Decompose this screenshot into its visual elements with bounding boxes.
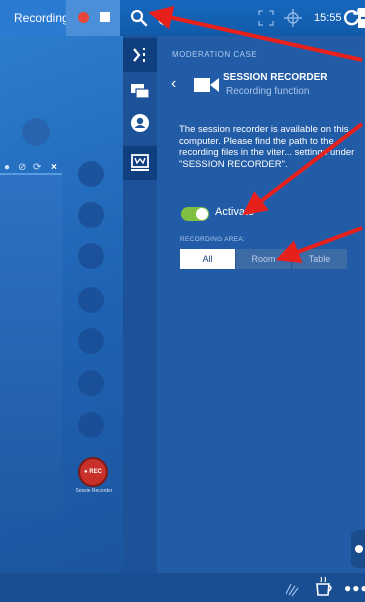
toggle-knob (196, 208, 208, 220)
recording-area-table[interactable]: Table (292, 249, 347, 269)
back-chevron-icon[interactable]: ‹ (171, 75, 176, 93)
session-recorder-app-label: Sessie Recorder (75, 488, 113, 494)
more-icon[interactable]: ●●● (344, 581, 365, 595)
window-close-icon[interactable]: × (51, 162, 57, 173)
description-text: The session recorder is available on thi… (179, 124, 355, 170)
session-recorder-app-icon[interactable]: ● REC (78, 457, 108, 487)
chat-icon (131, 84, 150, 99)
fullscreen-icon[interactable] (258, 10, 274, 26)
section-title: MODERATION CASE (172, 50, 258, 59)
top-bar: Recording 15:55 (0, 0, 365, 36)
status-dot-icon (158, 12, 171, 25)
collapse-panel-icon (133, 48, 145, 62)
record-dot-icon[interactable] (78, 12, 89, 23)
coffee-cup-icon[interactable] (313, 576, 335, 598)
recording-area-selector: All Room Table (180, 249, 347, 269)
seat[interactable] (78, 287, 104, 313)
recording-area-all[interactable]: All (180, 249, 236, 269)
seat[interactable] (78, 202, 104, 228)
seat[interactable] (78, 328, 104, 354)
user-button[interactable] (123, 106, 157, 140)
window-lock-icon[interactable]: ⊘ (18, 162, 26, 173)
window-dot-icon: ● (4, 162, 11, 173)
seat[interactable] (78, 243, 104, 269)
window-cycle-icon[interactable]: ⟳ (33, 162, 41, 173)
camera-icon (194, 78, 219, 92)
exit-icon[interactable] (358, 8, 365, 28)
stop-icon[interactable] (100, 12, 110, 22)
recording-label: Recording (0, 0, 69, 36)
activate-toggle[interactable] (181, 207, 209, 221)
recording-area-room[interactable]: Room (236, 249, 292, 269)
panel-title: SESSION RECORDER (223, 72, 328, 83)
clock: 15:55 (314, 12, 342, 24)
workspace-window (0, 173, 62, 513)
moderation-panel: MODERATION CASE ‹ SESSION RECORDER Recor… (157, 36, 365, 573)
edge-tab[interactable] (351, 530, 365, 568)
crosshair-icon[interactable] (284, 9, 302, 27)
seat[interactable] (78, 161, 104, 187)
seat[interactable] (78, 370, 104, 396)
moderation-button[interactable] (123, 146, 157, 180)
workspace-seat[interactable] (22, 118, 50, 146)
raise-hand-icon[interactable] (283, 578, 301, 598)
recording-area-label: RECORDING AREA: (180, 236, 246, 243)
side-toolbar (123, 36, 157, 573)
moderator-icon (131, 154, 149, 171)
activate-label: Activate (215, 206, 255, 218)
seat[interactable] (78, 412, 104, 438)
search-icon[interactable] (130, 9, 148, 27)
bottom-bar: ●●● (0, 573, 365, 602)
chat-button[interactable] (123, 74, 157, 108)
panel-subtitle: Recording function (226, 86, 310, 97)
user-icon (131, 114, 149, 132)
edge-tab-icon (355, 545, 363, 553)
recording-controls (66, 0, 120, 36)
collapse-panel-button[interactable] (123, 38, 157, 72)
